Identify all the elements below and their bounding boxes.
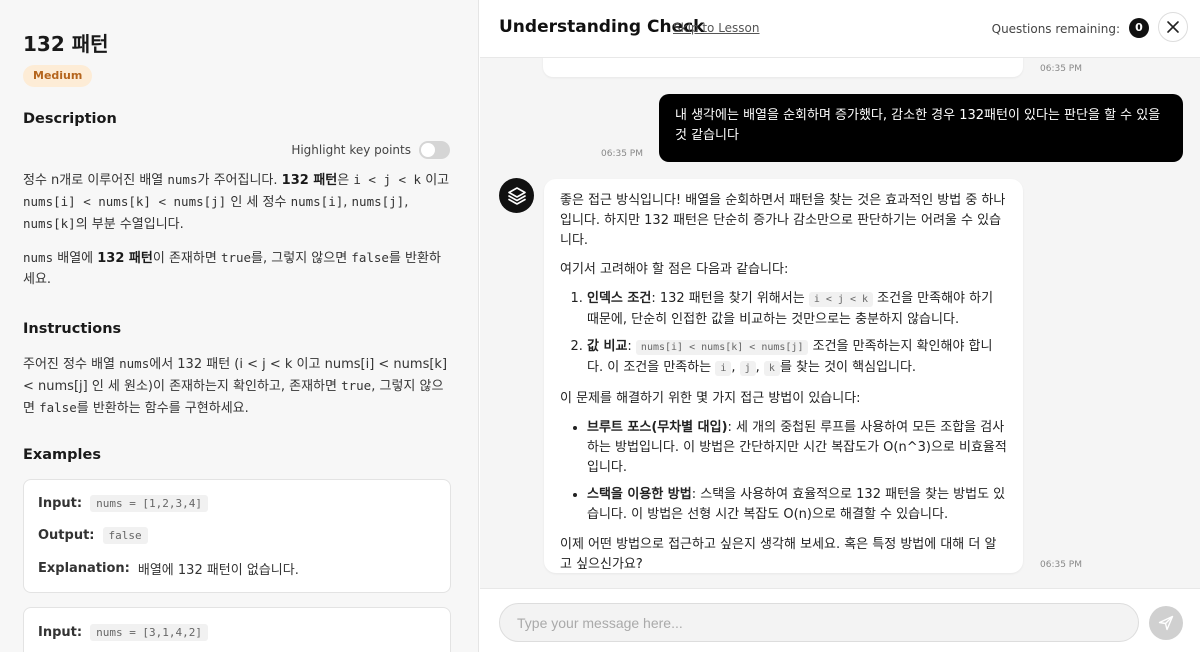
close-button[interactable]: [1158, 12, 1188, 42]
bot-paragraph: 이 문제를 해결하기 위한 몇 가지 접근 방법이 있습니다:: [560, 391, 861, 406]
text: ,: [731, 360, 740, 375]
code: nums: [119, 356, 150, 371]
example-card: Input: nums = [3,1,4,2]: [23, 607, 451, 652]
message-timestamp: 06:35 PM: [1040, 560, 1082, 570]
code: i: [715, 361, 732, 376]
text: 주어진 정수 배열: [23, 357, 120, 372]
text: 가 주어집니다.: [197, 173, 282, 188]
code: i < j < k: [808, 292, 874, 307]
code: nums[i] < nums[k] < nums[j]: [23, 194, 227, 209]
code: nums[i]: [290, 194, 344, 209]
code: true: [341, 378, 372, 393]
text: 배열에: [53, 251, 98, 266]
code: nums[j]: [351, 194, 405, 209]
text: 를, 그렇지 않으면: [251, 251, 352, 266]
list-item: 값 비교: nums[i] < nums[k] < nums[j] 조건을 만족…: [587, 337, 1007, 379]
code: i < j < k: [353, 172, 422, 187]
bold-text: 스택을 이용한 방법: [587, 487, 692, 502]
input-label: Input:: [38, 625, 83, 640]
code: k: [763, 361, 780, 376]
send-icon: [1158, 615, 1174, 631]
text: ,: [755, 360, 764, 375]
output-value: false: [102, 527, 148, 544]
description-paragraph-1: 정수 n개로 이루어진 배열 nums가 주어집니다. 132 패턴은 i < …: [23, 169, 451, 235]
problem-panel: 132 패턴 Medium Description Highlight key …: [0, 0, 479, 652]
bot-message: 좋은 접근 방식입니다! 배열을 순회하면서 패턴을 찾는 것은 효과적인 방법…: [544, 179, 1023, 573]
highlight-label: Highlight key points: [291, 143, 411, 157]
send-button[interactable]: [1149, 606, 1183, 640]
chat-panel: Understanding Check Skip to Lesson Quest…: [480, 0, 1200, 652]
description-paragraph-2: nums 배열에 132 패턴이 존재하면 true를, 그렇지 않으면 fal…: [23, 247, 451, 290]
code: true: [220, 250, 252, 265]
message-timestamp: 06:35 PM: [1040, 64, 1082, 74]
input-value: nums = [3,1,4,2]: [90, 624, 209, 641]
instructions-paragraph: 주어진 정수 배열 nums에서 132 패턴 (i < j < k 이고 nu…: [23, 353, 451, 419]
example-explanation-row: Explanation: 배열에 132 패턴이 없습니다.: [38, 559, 299, 578]
questions-remaining-count: 0: [1129, 18, 1149, 38]
list-item: 브루트 포스(무차별 대입): 세 개의 중첩된 루프를 사용하여 모든 조합을…: [587, 418, 1007, 478]
bold-text: 브루트 포스(무차별 대입): [587, 420, 728, 435]
example-input-row: Input: nums = [3,1,4,2]: [38, 624, 209, 641]
text: : 132 패턴을 찾기 위해서는: [651, 291, 809, 306]
message-input[interactable]: [499, 603, 1139, 642]
output-label: Output:: [38, 528, 95, 543]
explanation-label: Explanation:: [38, 561, 130, 576]
previous-bot-message: [543, 58, 1023, 77]
toggle-knob: [421, 143, 435, 157]
example-output-row: Output: false: [38, 527, 148, 544]
chat-header: Understanding Check Skip to Lesson Quest…: [480, 0, 1200, 58]
chat-messages: 06:35 PM 내 생각에는 배열을 순회하며 증가했다, 감소한 경우 13…: [480, 58, 1200, 588]
examples-heading: Examples: [23, 447, 101, 463]
code: j: [739, 361, 756, 376]
bot-ordered-list: 인덱스 조건: 132 패턴을 찾기 위해서는 i < j < k 조건을 만족…: [587, 289, 1007, 379]
code: false: [351, 250, 389, 265]
bold-text: 132 패턴: [97, 251, 153, 266]
bot-bullet-list: 브루트 포스(무차별 대입): 세 개의 중첩된 루프를 사용하여 모든 조합을…: [587, 418, 1007, 525]
text: 이고: [421, 173, 450, 188]
problem-title: 132 패턴: [23, 32, 109, 56]
code: nums[k]: [23, 216, 76, 231]
bot-paragraph: 이제 어떤 방법으로 접근하고 싶은지 생각해 보세요. 혹은 특정 방법에 대…: [560, 537, 997, 572]
message-input-bar: [480, 588, 1200, 652]
text: ,: [343, 195, 352, 210]
difficulty-badge: Medium: [23, 65, 93, 87]
input-label: Input:: [38, 496, 83, 511]
code: nums: [23, 250, 54, 265]
text: 인 세 정수: [226, 195, 291, 210]
user-message: 내 생각에는 배열을 순회하며 증가했다, 감소한 경우 132패턴이 있다는 …: [659, 94, 1183, 162]
text: 정수 n개로 이루어진 배열: [23, 173, 168, 188]
layers-icon: [507, 186, 526, 205]
bold-text: 값 비교: [587, 339, 628, 354]
input-value: nums = [1,2,3,4]: [90, 495, 209, 512]
code: nums: [167, 172, 198, 187]
bold-text: 132 패턴: [281, 173, 338, 188]
list-item: 인덱스 조건: 132 패턴을 찾기 위해서는 i < j < k 조건을 만족…: [587, 289, 1007, 330]
bot-paragraph: 좋은 접근 방식입니다! 배열을 순회하면서 패턴을 찾는 것은 효과적인 방법…: [560, 193, 1006, 248]
instructions-heading: Instructions: [23, 321, 122, 337]
list-item: 스택을 이용한 방법: 스택을 사용하여 효율적으로 132 패턴을 찾는 방법…: [587, 485, 1007, 525]
text: :: [627, 339, 636, 354]
text: 이 존재하면: [152, 251, 221, 266]
text: 의 부분 수열입니다.: [75, 217, 184, 232]
highlight-toggle[interactable]: [419, 141, 450, 159]
example-card: Input: nums = [1,2,3,4] Output: false Ex…: [23, 479, 451, 593]
bot-avatar: [499, 178, 534, 213]
text: ,: [404, 195, 409, 210]
example-input-row: Input: nums = [1,2,3,4]: [38, 495, 209, 512]
code: false: [39, 400, 77, 415]
explanation-value: 배열에 132 패턴이 없습니다.: [137, 563, 299, 578]
bold-text: 인덱스 조건: [587, 291, 652, 306]
code: nums[i] < nums[k] < nums[j]: [635, 340, 809, 355]
text: 은: [337, 173, 354, 188]
questions-remaining-label: Questions remaining:: [991, 22, 1120, 36]
skip-to-lesson-link[interactable]: Skip to Lesson: [673, 21, 760, 35]
text: 를 반환하는 함수를 구현하세요.: [76, 401, 249, 416]
text: 를 찾는 것이 핵심입니다.: [779, 360, 917, 375]
bot-paragraph: 여기서 고려해야 할 점은 다음과 같습니다:: [560, 262, 789, 277]
close-icon: [1167, 21, 1179, 33]
message-timestamp: 06:35 PM: [601, 149, 643, 159]
description-heading: Description: [23, 111, 117, 127]
highlight-toggle-row: Highlight key points: [291, 141, 450, 159]
